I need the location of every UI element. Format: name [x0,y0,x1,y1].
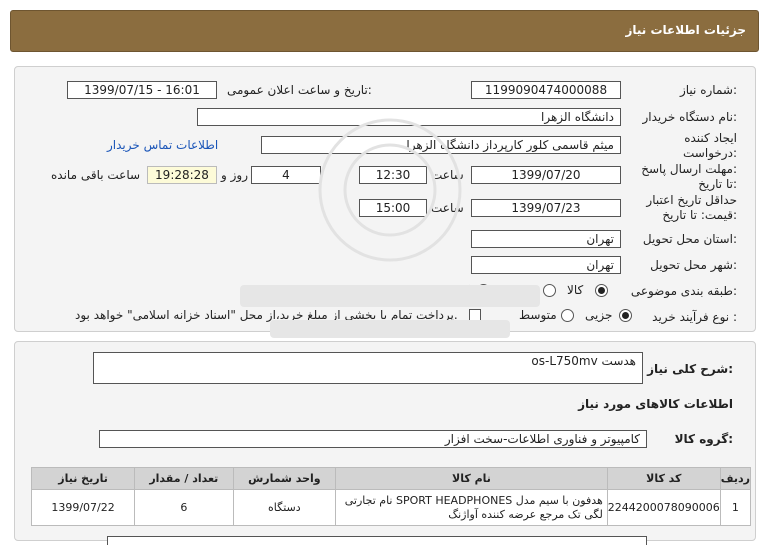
col-qty: تعداد / مقدار [134,467,234,490]
province-label: استان محل تحویل: [642,232,737,246]
remaining-label: ساعت باقی مانده [51,168,141,182]
cell-row: 1 [719,489,752,526]
goods-group-label: گروه کالا: [674,432,733,446]
goods-panel: شرح کلی نیاز: هدست os-L750mv اطلاعات کال… [14,341,756,545]
cell-code: 2244200078090006 [606,489,721,526]
deadline-time-label: ساعت [431,168,464,182]
category-service-label: خدمت [505,283,537,297]
process-minor-radio[interactable] [619,309,632,322]
page-title: جزئیات اطلاعات نیاز [625,23,746,37]
process-medium-label: متوسط [519,308,557,322]
need-number-field: 1199090474000088 [471,81,621,99]
col-date: تاریخ نیاز [30,467,136,490]
page-header: جزئیات اطلاعات نیاز [10,10,759,52]
days-label: روز و [221,168,248,182]
cell-qty: 6 [134,489,234,526]
goods-group-field: کامپیوتر و فناوری اطلاعات-سخت افزار [99,430,647,448]
validity-label-2: قیمت: تا تاریخ: [662,208,737,222]
col-name: نام کالا [335,467,608,490]
details-panel: شماره نیاز: 1199090474000088 تاریخ و ساع… [14,66,756,332]
treasury-payment-checkbox[interactable] [469,309,481,321]
goods-table: ردیف کد کالا نام کالا واحد شمارش تعداد /… [30,467,752,526]
category-goods-label: کالا [567,283,584,297]
buyer-contact-link[interactable]: اطلاعات تماس خریدار [107,138,218,152]
summary-label: شرح کلی نیاز: [647,362,733,376]
days-field: 4 [251,166,321,184]
process-medium-radio[interactable] [561,309,574,322]
creator-label-2: درخواست: [683,146,737,160]
deadline-date-field: 1399/07/20 [471,166,621,184]
category-goods-service-label: کالا/خدمت [417,283,470,297]
notes-field [107,536,647,545]
province-field: تهران [471,230,621,248]
category-goods-service-radio[interactable] [477,284,490,297]
category-service-radio[interactable] [543,284,556,297]
city-field: تهران [471,256,621,274]
creator-field: میثم قاسمی کلور کارپرداز دانشگاه الزهرا [261,136,621,154]
announce-label: تاریخ و ساعت اعلان عمومی: [227,83,372,97]
remaining-time-field: 19:28:28 [147,166,217,184]
cell-date: 1399/07/22 [30,489,136,526]
cell-unit: دستگاه [232,489,337,526]
creator-label-1: ایجاد کننده [684,131,737,145]
validity-date-field: 1399/07/23 [471,199,621,217]
announce-field: 1399/07/15 - 16:01 [67,81,217,99]
process-label: نوع فرآیند خرید : [652,310,737,324]
goods-section-title: اطلاعات کالاهای مورد نیاز [578,397,733,411]
summary-field: هدست os-L750mv [93,352,643,384]
col-row: ردیف [719,467,752,490]
table-row: 1 2244200078090006 هدفون با سیم مدل SPOR… [30,489,752,526]
col-unit: واحد شمارش [232,467,337,490]
buyer-field: دانشگاه الزهرا [197,108,621,126]
validity-time-field: 15:00 [359,199,427,217]
city-label: شهر محل تحویل: [650,258,737,272]
category-goods-radio[interactable] [595,284,608,297]
col-code: کد کالا [606,467,721,490]
validity-label-1: حداقل تاریخ اعتبار [646,193,737,207]
category-label: طبقه بندی موضوعی: [630,284,737,298]
need-number-label: شماره نیاز: [679,83,737,97]
deadline-label-2: تا تاریخ: [698,177,737,191]
cell-name: هدفون با سیم مدل SPORT HEADPHONES نام تج… [335,489,608,526]
buyer-label: نام دستگاه خریدار: [642,110,738,124]
deadline-label-1: مهلت ارسال پاسخ: [641,162,737,176]
goods-table-header: ردیف کد کالا نام کالا واحد شمارش تعداد /… [30,467,752,490]
deadline-time-field: 12:30 [359,166,427,184]
treasury-payment-note: پرداخت تمام یا بخشی از مبلغ خرید،از محل … [75,308,458,322]
process-minor-label: جزیی [585,308,613,322]
validity-time-label: ساعت [431,201,464,215]
